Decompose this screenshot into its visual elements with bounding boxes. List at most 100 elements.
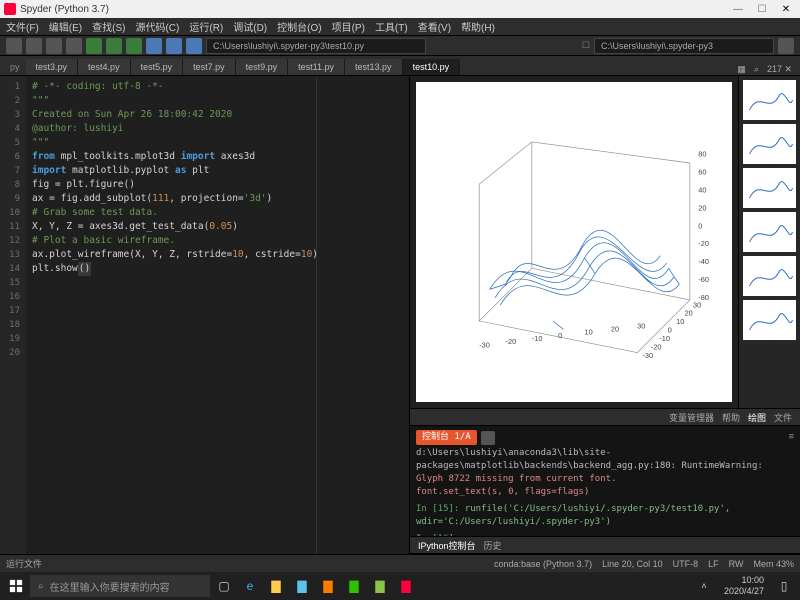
new-file-icon[interactable]	[6, 38, 22, 54]
save-icon[interactable]	[46, 38, 62, 54]
plot-canvas[interactable]: -80-60-40-20020406080 -30-20-100102030 -…	[416, 82, 732, 402]
maximize-button[interactable]: ☐	[752, 4, 772, 15]
console-menu-icon[interactable]: ≡	[789, 431, 794, 444]
debug-icon[interactable]	[146, 38, 162, 54]
menu-item[interactable]: 工具(T)	[375, 19, 408, 34]
task-view-icon[interactable]: ▢	[212, 574, 236, 598]
plot-tab[interactable]: 变量管理器	[669, 411, 714, 424]
taskbar-search[interactable]: ⌕ 在这里输入你要搜索的内容	[30, 575, 210, 597]
func-nav-icon[interactable]: ⌕	[754, 64, 759, 75]
menu-item[interactable]: 编辑(E)	[49, 19, 82, 34]
code-line[interactable]: plt.show()	[32, 262, 403, 276]
code-line[interactable]: ax = fig.add_subplot(111, projection='3d…	[32, 192, 403, 206]
editor-tab[interactable]: test13.py	[345, 59, 403, 75]
run-cell-icon[interactable]	[106, 38, 122, 54]
search-icon: ⌕	[38, 581, 44, 592]
menu-item[interactable]: 调试(D)	[233, 19, 267, 34]
code-line[interactable]: Created on Sun Apr 26 18:00:42 2020	[32, 108, 403, 122]
save-all-icon[interactable]	[66, 38, 82, 54]
code-line[interactable]: # Plot a basic wireframe.	[32, 234, 403, 248]
ipython-console[interactable]: 控制台 1/A ≡ d:\Users\lushiyi\anaconda3\lib…	[410, 426, 800, 536]
console-tab[interactable]: 控制台 1/A	[416, 430, 477, 445]
plot-thumbnail[interactable]	[743, 168, 796, 208]
plot-thumbnail[interactable]	[743, 300, 796, 340]
status-chip: RW	[729, 559, 744, 569]
editor-tab[interactable]: test4.py	[78, 59, 131, 75]
editor-tab[interactable]: test7.py	[183, 59, 236, 75]
menu-item[interactable]: 项目(P)	[332, 19, 365, 34]
plot-thumbnail[interactable]	[743, 212, 796, 252]
plot-thumbnail[interactable]	[743, 80, 796, 120]
svg-text:20: 20	[698, 203, 706, 212]
svg-text:0: 0	[698, 221, 702, 230]
run-selection-icon[interactable]	[126, 38, 142, 54]
run-icon[interactable]	[86, 38, 102, 54]
menu-item[interactable]: 查找(S)	[92, 19, 125, 34]
svg-text:0: 0	[668, 326, 672, 335]
editor-tab[interactable]: test9.py	[236, 59, 289, 75]
spyder-task-icon[interactable]: ▇	[394, 574, 418, 598]
svg-text:30: 30	[693, 300, 701, 309]
code-line[interactable]: X, Y, Z = axes3d.get_test_data(0.05)	[32, 220, 403, 234]
titlebar: Spyder (Python 3.7) — ☐ ✕	[0, 0, 800, 18]
step-icon[interactable]	[166, 38, 182, 54]
console-tab-history[interactable]: 历史	[484, 539, 502, 552]
working-dir-path[interactable]: C:\Users\lushiyi\.spyder-py3	[594, 38, 774, 54]
svg-text:-20: -20	[651, 342, 662, 351]
editor-tab[interactable]: test5.py	[131, 59, 184, 75]
console-tab-ipython[interactable]: IPython控制台	[418, 539, 476, 552]
svg-text:-20: -20	[506, 337, 517, 346]
browse-icon[interactable]: ▦	[737, 64, 746, 75]
start-button[interactable]	[4, 574, 28, 598]
anaconda-icon[interactable]: ▇	[368, 574, 392, 598]
status-chip: conda:base (Python 3.7)	[494, 559, 592, 569]
status-chip: Mem 43%	[753, 559, 794, 569]
line-nav[interactable]: 217 ✕	[767, 64, 792, 75]
minimize-button[interactable]: —	[728, 4, 748, 15]
code-line[interactable]: fig = plt.figure()	[32, 178, 403, 192]
status-chip: Line 20, Col 10	[602, 559, 663, 569]
plot-thumbnail[interactable]	[743, 256, 796, 296]
plot-tab[interactable]: 帮助	[722, 411, 740, 424]
editor-tab[interactable]: test11.py	[288, 59, 345, 75]
browse-dir-icon[interactable]	[778, 38, 794, 54]
console-header: 控制台 1/A ≡	[416, 430, 794, 445]
step-over-icon[interactable]	[186, 38, 202, 54]
code-line[interactable]: ax.plot_wireframe(X, Y, Z, rstride=10, c…	[32, 248, 403, 262]
wechat-icon[interactable]: ▇	[342, 574, 366, 598]
code-line[interactable]: import matplotlib.pyplot as plt	[32, 164, 403, 178]
plot-tab[interactable]: 绘图	[748, 411, 766, 424]
tray-up-icon[interactable]: ˄	[692, 574, 716, 598]
editor-tab[interactable]: test10.py	[403, 59, 461, 75]
store-icon[interactable]: ▇	[290, 574, 314, 598]
svg-text:-60: -60	[698, 275, 709, 284]
menu-item[interactable]: 查看(V)	[418, 19, 451, 34]
menu-item[interactable]: 控制台(O)	[277, 19, 321, 34]
photos-icon[interactable]: ▇	[316, 574, 340, 598]
code-line[interactable]: # -*- coding: utf-8 -*-	[32, 80, 403, 94]
code-editor[interactable]: 1234567891011121314151617181920 # -*- co…	[0, 76, 410, 554]
console-line: font.set_text(s, 0, flags=flags)	[416, 486, 794, 499]
explorer-icon[interactable]: ▇	[264, 574, 288, 598]
notifications-icon[interactable]: ▯	[772, 574, 796, 598]
code-line[interactable]: """	[32, 94, 403, 108]
console-tool-icon[interactable]	[481, 431, 495, 445]
menu-item[interactable]: 文件(F)	[6, 19, 39, 34]
code-line[interactable]: """	[32, 136, 403, 150]
edge-icon[interactable]: e	[238, 574, 262, 598]
close-button[interactable]: ✕	[776, 4, 796, 15]
code-line[interactable]: # Grab some test data.	[32, 206, 403, 220]
plot-thumbnail[interactable]	[743, 124, 796, 164]
code-area[interactable]: # -*- coding: utf-8 -*-"""Created on Sun…	[26, 76, 409, 554]
code-line[interactable]: from mpl_toolkits.mplot3d import axes3d	[32, 150, 403, 164]
open-file-icon[interactable]	[26, 38, 42, 54]
taskbar-clock[interactable]: 10:00 2020/4/27	[718, 575, 770, 597]
plot-tab[interactable]: 文件	[774, 411, 792, 424]
editor-tab[interactable]: test3.py	[26, 59, 79, 75]
menu-item[interactable]: 帮助(H)	[461, 19, 495, 34]
right-pane: -80-60-40-20020406080 -30-20-100102030 -…	[410, 76, 800, 554]
menu-item[interactable]: 源代码(C)	[135, 19, 179, 34]
code-line[interactable]: @author: lushiyi	[32, 122, 403, 136]
menu-item[interactable]: 运行(R)	[189, 19, 223, 34]
console-line: In [15]: runfile('C:/Users/lushiyi/.spyd…	[416, 503, 794, 529]
